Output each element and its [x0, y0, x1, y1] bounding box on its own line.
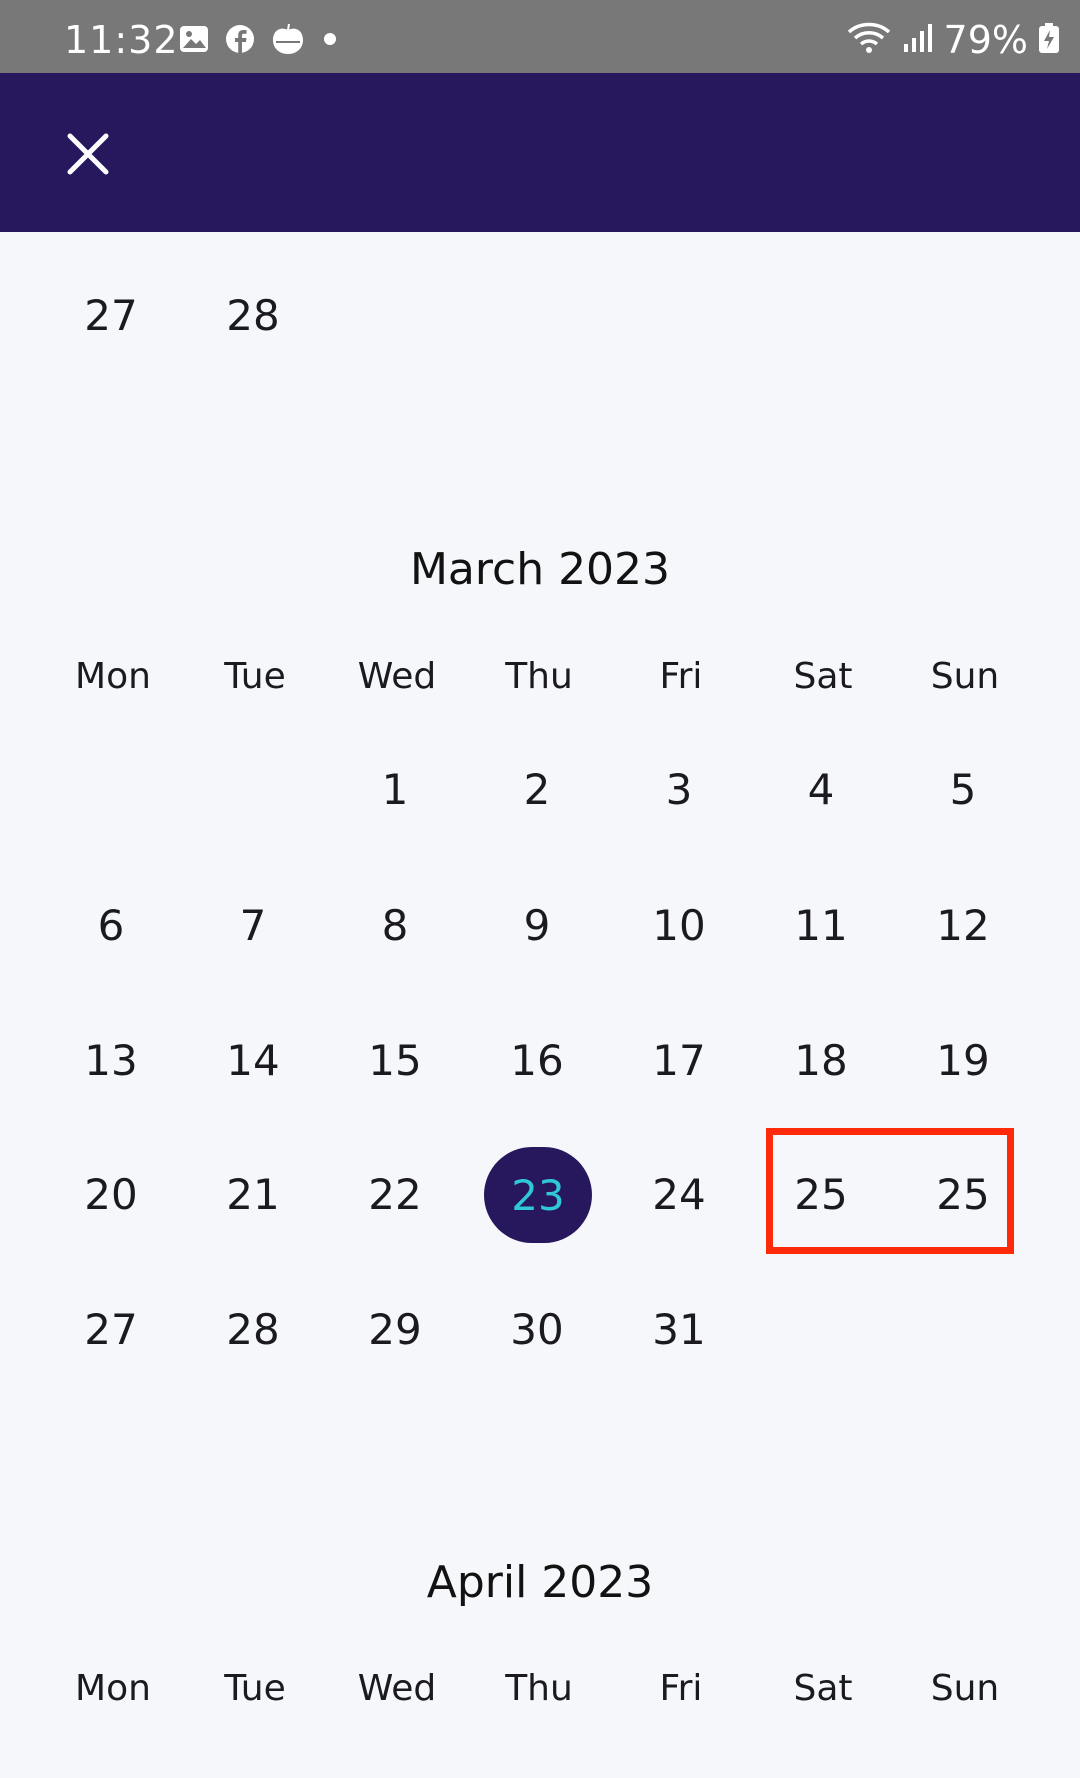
day-cell-29[interactable]: 29 — [324, 1300, 466, 1360]
weekday-fri: Fri — [659, 656, 703, 697]
day-cell-2[interactable]: 2 — [466, 760, 608, 820]
day-cell-1[interactable]: 1 — [324, 760, 466, 820]
app-bar — [0, 73, 1080, 232]
day-cell-14[interactable]: 14 — [182, 1031, 324, 1091]
day-cell-15[interactable]: 15 — [324, 1031, 466, 1091]
weekday-sat-april: Sat — [793, 1668, 853, 1709]
highlight-box — [766, 1128, 1014, 1254]
apple-timer-icon — [270, 22, 306, 60]
weekday-sun-april: Sun — [930, 1668, 1000, 1709]
day-cell-24[interactable]: 24 — [608, 1165, 750, 1225]
day-cell-16[interactable]: 16 — [466, 1031, 608, 1091]
day-cell-10[interactable]: 10 — [608, 896, 750, 956]
weekday-wed: Wed — [357, 656, 437, 697]
status-bar: 11:32 79% — [0, 0, 1080, 73]
weekday-thu-april: Thu — [505, 1668, 573, 1709]
dot-icon — [320, 29, 340, 53]
day-cell-17[interactable]: 17 — [608, 1031, 750, 1091]
day-cell-6[interactable]: 6 — [40, 896, 182, 956]
month-title-march: March 2023 — [409, 544, 671, 595]
day-cell-7[interactable]: 7 — [182, 896, 324, 956]
weekday-fri-april: Fri — [659, 1668, 703, 1709]
day-cell-5[interactable]: 5 — [892, 760, 1034, 820]
day-cell-13[interactable]: 13 — [40, 1031, 182, 1091]
day-cell-22[interactable]: 22 — [324, 1165, 466, 1225]
day-cell-20[interactable]: 20 — [40, 1165, 182, 1225]
status-time: 11:32 — [64, 18, 179, 62]
day-cell-8[interactable]: 8 — [324, 896, 466, 956]
day-cell-4[interactable]: 4 — [750, 760, 892, 820]
weekday-wed-april: Wed — [357, 1668, 437, 1709]
wifi-icon — [846, 21, 892, 59]
day-cell-11[interactable]: 11 — [750, 896, 892, 956]
status-icons-right: 79% — [846, 18, 1060, 62]
day-cell-3[interactable]: 3 — [608, 760, 750, 820]
day-cell-21[interactable]: 21 — [182, 1165, 324, 1225]
day-cell-19[interactable]: 19 — [892, 1031, 1034, 1091]
day-cell-prev-27[interactable]: 27 — [40, 286, 182, 346]
weekday-mon-april: Mon — [75, 1668, 151, 1709]
day-cell-30[interactable]: 30 — [466, 1300, 608, 1360]
close-button[interactable] — [58, 124, 118, 184]
weekday-sun: Sun — [930, 656, 1000, 697]
day-cell-9[interactable]: 9 — [466, 896, 608, 956]
weekday-tue-april: Tue — [224, 1668, 286, 1709]
day-cell-prev-28[interactable]: 28 — [182, 286, 324, 346]
weekday-mon: Mon — [75, 656, 151, 697]
day-cell-27[interactable]: 27 — [40, 1300, 182, 1360]
day-cell-28[interactable]: 28 — [182, 1300, 324, 1360]
weekday-thu: Thu — [505, 656, 573, 697]
weekday-tue: Tue — [224, 656, 286, 697]
day-cell-23-selected[interactable]: 23 — [484, 1147, 592, 1243]
facebook-icon — [224, 23, 256, 59]
day-cell-12[interactable]: 12 — [892, 896, 1034, 956]
month-title-april: April 2023 — [426, 1557, 654, 1608]
close-icon — [67, 133, 109, 175]
day-cell-31[interactable]: 31 — [608, 1300, 750, 1360]
battery-icon — [1038, 22, 1060, 58]
status-icons-left — [178, 22, 340, 60]
gallery-icon — [178, 23, 210, 59]
weekday-sat: Sat — [793, 656, 853, 697]
battery-percent: 79% — [943, 18, 1028, 62]
day-cell-18[interactable]: 18 — [750, 1031, 892, 1091]
signal-icon — [902, 22, 934, 58]
